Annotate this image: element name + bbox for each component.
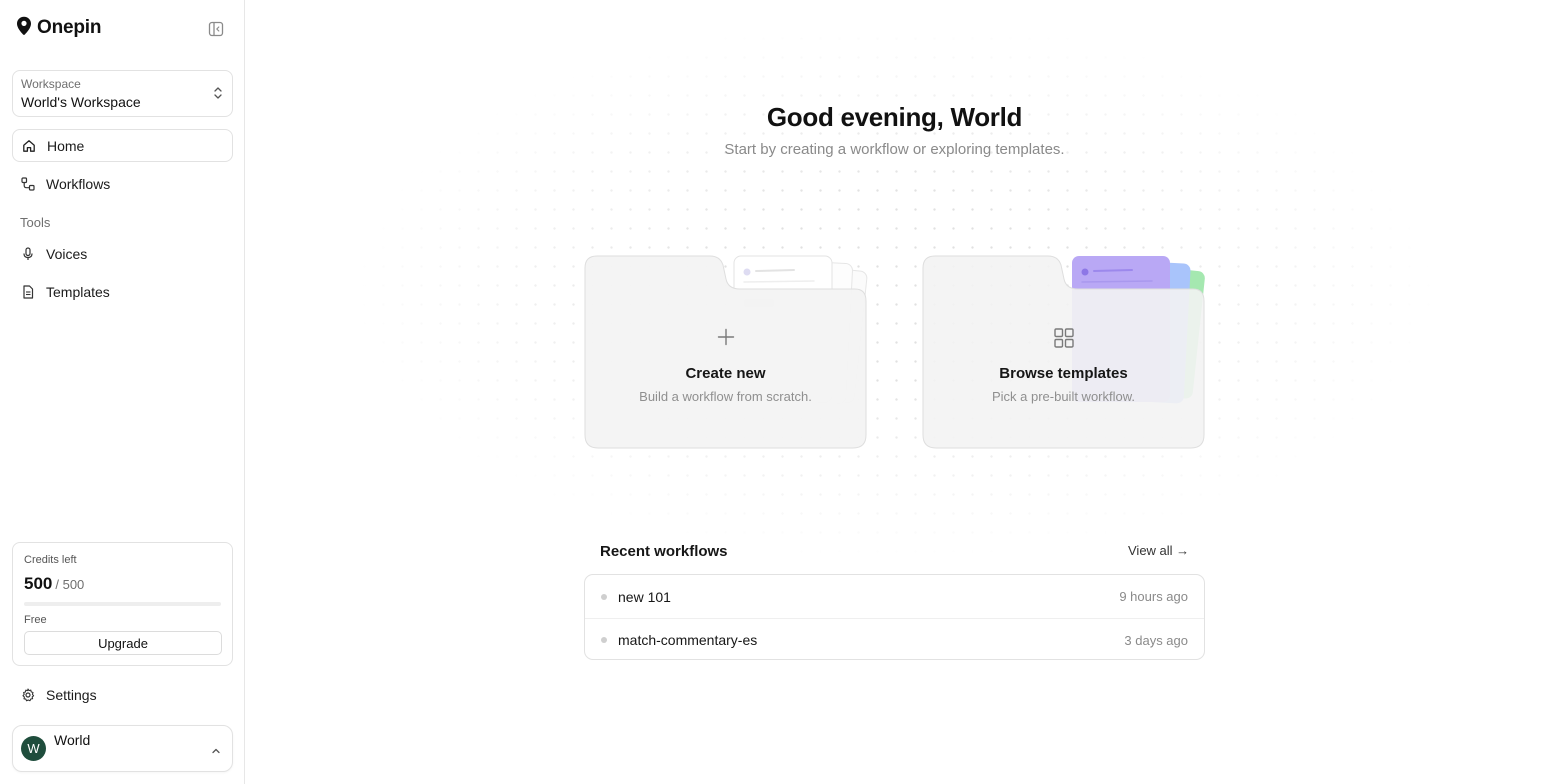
sidebar-toggle-icon (208, 21, 224, 37)
sidebar-item-templates[interactable]: Templates (12, 275, 233, 308)
recent-workflows-title: Recent workflows (600, 543, 728, 560)
workspace-label: Workspace (21, 77, 81, 91)
sidebar-item-label: Home (47, 137, 85, 154)
sidebar-item-label: Voices (46, 245, 88, 262)
sidebar-item-label: Templates (46, 283, 110, 300)
gear-icon (21, 687, 35, 702)
credits-total: / 500 (55, 577, 85, 592)
workflow-name: match-commentary-es (618, 632, 758, 648)
chevron-up-down-icon (213, 86, 223, 105)
list-item[interactable]: new 101 9 hours ago (585, 575, 1204, 618)
page-subtitle: Start by creating a workflow or explorin… (724, 141, 1065, 158)
workspace-switcher[interactable]: Workspace World's Workspace (12, 70, 233, 117)
workflow-timestamp: 9 hours ago (1119, 589, 1188, 604)
credits-progress-fill (24, 602, 221, 606)
section-label-tools: Tools (20, 215, 51, 230)
brand-logo[interactable]: Onepin (16, 16, 102, 41)
credits-value: 500 / 500 (24, 574, 221, 594)
folder-illustration (922, 255, 1205, 449)
plus-icon (584, 328, 867, 346)
sidebar-item-label: Settings (46, 686, 97, 703)
sidebar-collapse-button[interactable] (207, 20, 225, 38)
card-title: Create new (685, 365, 766, 382)
card-title: Browse templates (999, 365, 1128, 382)
create-new-card[interactable]: Create new Build a workflow from scratch… (584, 255, 872, 449)
user-menu[interactable]: W World (12, 725, 233, 772)
credits-progress-bar (24, 602, 221, 606)
main-content: Good evening, World Start by creating a … (245, 0, 1544, 784)
brand-name: Onepin (37, 17, 102, 38)
plan-label: Free (24, 614, 47, 626)
sidebar-item-home[interactable]: Home (12, 129, 233, 162)
credits-used: 500 (24, 574, 53, 593)
sidebar-item-label: Workflows (46, 175, 111, 192)
folder-illustration (584, 255, 868, 449)
sidebar: Onepin Workspace World's Workspace Home (0, 0, 245, 784)
upgrade-button[interactable]: Upgrade (24, 631, 222, 655)
recent-workflows-list: new 101 9 hours ago match-commentary-es … (584, 574, 1205, 660)
pin-logo-icon (16, 16, 32, 41)
workflow-timestamp: 3 days ago (1124, 632, 1188, 648)
sidebar-item-voices[interactable]: Voices (12, 237, 233, 270)
workspace-name: World's Workspace (21, 94, 141, 110)
sidebar-item-settings[interactable]: Settings (12, 678, 233, 711)
avatar: W (21, 736, 46, 761)
chevron-up-icon (211, 742, 221, 760)
microphone-icon (21, 246, 35, 261)
credits-label: Credits left (24, 554, 77, 566)
list-item[interactable]: match-commentary-es 3 days ago (585, 618, 1204, 659)
status-dot (601, 593, 607, 600)
credits-panel: Credits left 500 / 500 Free Upgrade (12, 542, 233, 666)
page-title: Good evening, World (766, 102, 1023, 132)
grid-icon (922, 328, 1205, 348)
user-name: World (54, 731, 91, 748)
dotted-background (355, 10, 1435, 570)
sidebar-item-workflows[interactable]: Workflows (12, 167, 233, 200)
home-icon (22, 139, 36, 153)
document-icon (21, 284, 35, 299)
status-dot (601, 637, 607, 643)
browse-templates-card[interactable]: Browse templates Pick a pre-built workfl… (922, 255, 1210, 449)
workflow-name: new 101 (618, 588, 671, 605)
workflow-icon (21, 176, 35, 191)
card-subtitle: Build a workflow from scratch. (639, 389, 812, 404)
view-all-link[interactable]: View all → (1128, 543, 1189, 558)
card-subtitle: Pick a pre-built workflow. (991, 389, 1136, 404)
